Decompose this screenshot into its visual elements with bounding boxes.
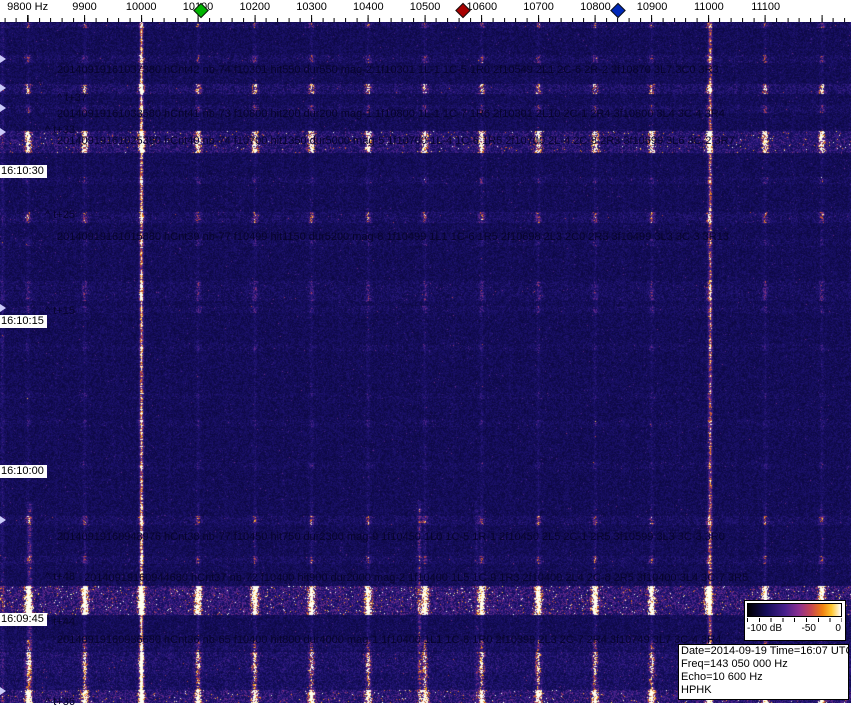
axis-label: 10200: [239, 1, 271, 13]
detection-text: 20140919160944680 hCnt37 nb-72 f10400 hi…: [84, 572, 749, 584]
detection-caret-label: ^ t+37: [57, 92, 87, 104]
axis-label: 10900: [636, 1, 668, 13]
detection-text: 20140919161015880 hCnt39 nb-77 f10499 hi…: [57, 231, 729, 243]
edge-mark-icon: [0, 55, 6, 63]
info-box: Date=2014-09-19 Time=16:07 UTC Freq=143 …: [678, 644, 849, 700]
axis-label: 9900: [72, 1, 97, 13]
axis-label: 10700: [523, 1, 554, 13]
scale-label-min: -100 dB: [747, 623, 783, 634]
detection-caret-label: ^ t+48: [45, 571, 75, 583]
info-freq: Freq=143 050 000 Hz: [681, 658, 788, 670]
detection-text: 20140919161033580 hCnt41 nb-73 f10800 hi…: [57, 108, 725, 120]
axis-label: 10600: [466, 1, 498, 13]
info-callsign: HPHK: [681, 684, 712, 696]
frequency-axis: 9800 Hz 9900 10000 10100 10200 10300 104…: [0, 0, 851, 22]
color-scale-gradient: [747, 603, 842, 617]
time-label: 16:10:15: [0, 315, 47, 328]
edge-mark-icon: [0, 516, 6, 524]
edge-mark-icon: [0, 84, 6, 92]
detection-caret-label: ^ t+25: [45, 209, 75, 221]
time-label: 16:10:00: [0, 465, 47, 478]
info-echo: Echo=10 600 Hz: [681, 671, 763, 683]
edge-mark-icon: [0, 128, 6, 136]
axis-label: 10400: [353, 1, 384, 13]
detection-text: 20140919161037380 hCnt42 nb-74 f10301 hi…: [57, 64, 719, 76]
axis-label: 11100: [751, 1, 781, 13]
time-label: 16:10:30: [0, 165, 47, 178]
detection-text: 20140919160948976 hCnt38 nb-77 f10450 hi…: [57, 531, 725, 543]
detection-caret-label: ^ t+36: [45, 696, 75, 708]
axis-label: 11000: [694, 1, 724, 13]
edge-mark-icon: [0, 104, 6, 112]
detection-text: 20140919160936680 hCnt36 nb-65 f10400 hi…: [57, 634, 722, 646]
color-scale-ticks: [747, 618, 842, 622]
axis-label: 10300: [296, 1, 327, 13]
spectrogram-app: { "axis": { "labels": [ {"text": "9800 H…: [0, 0, 851, 708]
axis-label: 10800: [580, 1, 611, 13]
scale-label-max: 0: [835, 623, 841, 634]
color-scale: -100 dB -50 0: [744, 600, 846, 641]
spectrogram-canvas[interactable]: [0, 22, 851, 703]
axis-label: 9800 Hz: [7, 1, 49, 13]
detection-caret-label: ^ t+15: [45, 305, 75, 317]
scale-label-mid: -50: [801, 623, 816, 634]
axis-ticks-major: [0, 15, 851, 22]
color-scale-labels: -100 dB -50 0: [747, 623, 841, 634]
edge-mark-icon: [0, 687, 6, 695]
detection-text: 20140919161025380 hCnt40 nb-74 f10700 hi…: [57, 135, 735, 147]
info-date: Date=2014-09-19 Time=16:07 UTC: [681, 645, 849, 657]
axis-label: 10000: [125, 1, 157, 13]
time-label: 16:09:45: [0, 613, 47, 626]
edge-mark-icon: [0, 304, 6, 312]
detection-caret-label: ^ t+44: [45, 616, 75, 628]
axis-label: 10500: [409, 1, 441, 13]
